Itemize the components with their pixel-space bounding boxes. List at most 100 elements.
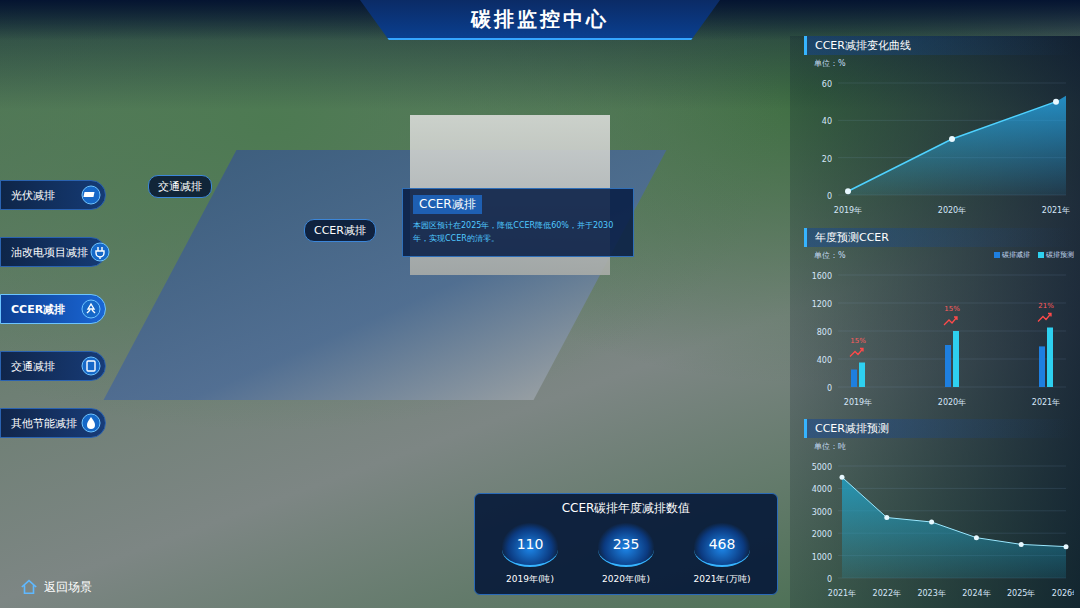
stat-value: 110: [502, 523, 558, 567]
predict-point[interactable]: [1064, 544, 1069, 549]
stat-label: 2020年(吨): [602, 573, 650, 586]
chart-legend: 碳排减排碳排预测: [994, 250, 1074, 260]
header: 碳排监控中心: [0, 0, 1080, 40]
title-plate: 碳排监控中心: [360, 0, 720, 40]
svg-text:0: 0: [827, 575, 832, 584]
growth-badge: 21%: [1038, 301, 1054, 321]
up-arrow-icon: [1038, 313, 1051, 321]
bar[interactable]: [945, 345, 951, 387]
chart-unit: 单位：%: [814, 58, 1074, 69]
svg-text:0: 0: [827, 384, 832, 393]
chart-title: CCER减排变化曲线: [804, 36, 1074, 55]
menu-icon: [90, 242, 110, 262]
predict-point[interactable]: [929, 520, 934, 525]
predict-point[interactable]: [884, 515, 889, 520]
sidebar-item[interactable]: 交通减排: [0, 351, 106, 381]
svg-text:2020年: 2020年: [938, 398, 966, 407]
predict-point[interactable]: [840, 475, 845, 480]
legend-item: 碳排预测: [1038, 250, 1074, 260]
bar[interactable]: [953, 331, 959, 387]
growth-badge: 15%: [944, 305, 960, 325]
svg-text:2022年: 2022年: [873, 589, 901, 598]
menu-icon: [81, 413, 101, 433]
svg-text:21%: 21%: [1038, 301, 1054, 309]
chart-panel: CCER减排变化曲线 单位：% 60402002019年2020年2021年 年…: [790, 36, 1080, 608]
trend-point[interactable]: [1053, 99, 1059, 105]
svg-text:2021年: 2021年: [828, 589, 856, 598]
stat-value: 235: [598, 523, 654, 567]
tooltip-title: CCER减排: [413, 195, 482, 214]
svg-text:40: 40: [822, 117, 832, 126]
svg-text:20: 20: [822, 155, 832, 164]
chart-unit: 单位：%: [814, 250, 846, 261]
stat-item: 110 2019年(吨): [485, 523, 575, 586]
stat-value: 468: [694, 523, 750, 567]
svg-text:2000: 2000: [812, 530, 832, 539]
tooltip-text: 本园区预计在2025年，降低CCER降低60%，并于2030年，实现CCER的清…: [413, 220, 623, 246]
svg-text:2021年: 2021年: [1032, 398, 1060, 407]
sidebar-item[interactable]: 油改电项目减排: [0, 237, 106, 267]
sidebar-item[interactable]: 光伏减排: [0, 180, 106, 210]
back-button[interactable]: 返回场景: [0, 578, 120, 596]
up-arrow-icon: [944, 317, 957, 325]
growth-badge: 15%: [850, 336, 866, 356]
sidebar-item[interactable]: 其他节能减排: [0, 408, 106, 438]
svg-text:60: 60: [822, 80, 832, 89]
stat-label: 2019年(吨): [506, 573, 554, 586]
predict-area: [842, 477, 1066, 578]
svg-text:4000: 4000: [812, 485, 832, 494]
svg-text:15%: 15%: [944, 305, 960, 313]
line-chart: 60 40 20 02019年 2020年 2021年: [804, 69, 1074, 219]
bar[interactable]: [1039, 346, 1045, 387]
svg-text:1600: 1600: [812, 272, 832, 281]
bar[interactable]: [851, 369, 857, 387]
svg-text:1200: 1200: [812, 300, 832, 309]
predict-point[interactable]: [974, 535, 979, 540]
sidebar: 光伏减排 油改电项目减排 CCER减排 交通减排 其他节能减排 返回场景: [0, 40, 120, 608]
trend-line: [848, 102, 1056, 192]
svg-text:2019年: 2019年: [834, 206, 862, 215]
sidebar-item[interactable]: CCER减排: [0, 294, 106, 324]
summary-panel: CCER碳排年度减排数值 110 2019年(吨)235 2020年(吨)468…: [474, 493, 778, 595]
trend-chart: CCER减排变化曲线 单位：% 60 40 20 02019年 2020年 2021年: [804, 36, 1074, 219]
predict-line: [842, 477, 1066, 546]
forecast-chart: 年度预测CCER 单位：% 碳排减排碳排预测 1600 1200 800 400 0 15…: [804, 228, 1074, 411]
up-arrow-icon: [850, 348, 863, 356]
svg-text:800: 800: [817, 328, 832, 337]
svg-text:2024年: 2024年: [962, 589, 990, 598]
legend-item: 碳排减排: [994, 250, 1030, 260]
menu-icon: [81, 299, 101, 319]
summary-title: CCER碳排年度减排数值: [485, 500, 767, 517]
trend-point[interactable]: [949, 136, 955, 142]
stat-item: 468 2021年(万吨): [677, 523, 767, 586]
chart-title: CCER减排预测: [804, 419, 1074, 438]
bar[interactable]: [859, 362, 865, 387]
svg-text:400: 400: [817, 356, 832, 365]
menu-icon: [81, 356, 101, 376]
predict-point[interactable]: [1019, 542, 1024, 547]
svg-text:5000: 5000: [812, 463, 832, 472]
dashboard: 交通减排 CCER减排 CCER减排 本园区预计在2025年，降低CCER降低6…: [0, 0, 1080, 608]
menu-icon: [81, 185, 101, 205]
svg-text:2021年: 2021年: [1042, 206, 1070, 215]
svg-text:0: 0: [827, 192, 832, 201]
trend-point[interactable]: [845, 188, 851, 194]
home-icon: [20, 578, 38, 596]
svg-text:2020年: 2020年: [938, 206, 966, 215]
svg-text:3000: 3000: [812, 508, 832, 517]
bar[interactable]: [1047, 327, 1053, 387]
scene-pin[interactable]: CCER减排: [304, 219, 376, 242]
svg-text:15%: 15%: [850, 336, 866, 344]
stat-item: 235 2020年(吨): [581, 523, 671, 586]
svg-text:2025年: 2025年: [1007, 589, 1035, 598]
chart-title: 年度预测CCER: [804, 228, 1074, 247]
page-title: 碳排监控中心: [471, 6, 609, 33]
bar-chart: 16001200800400015%2019年15%2020年21%2021年: [804, 261, 1074, 411]
svg-text:1000: 1000: [812, 553, 832, 562]
stat-label: 2021年(万吨): [694, 573, 751, 586]
scene-pin[interactable]: 交通减排: [148, 175, 212, 198]
chart-unit: 单位：吨: [814, 441, 1074, 452]
svg-text:2026年: 2026年: [1052, 589, 1074, 598]
svg-text:2023年: 2023年: [917, 589, 945, 598]
scene-tooltip: CCER减排 本园区预计在2025年，降低CCER降低60%，并于2030年，实…: [402, 188, 634, 257]
